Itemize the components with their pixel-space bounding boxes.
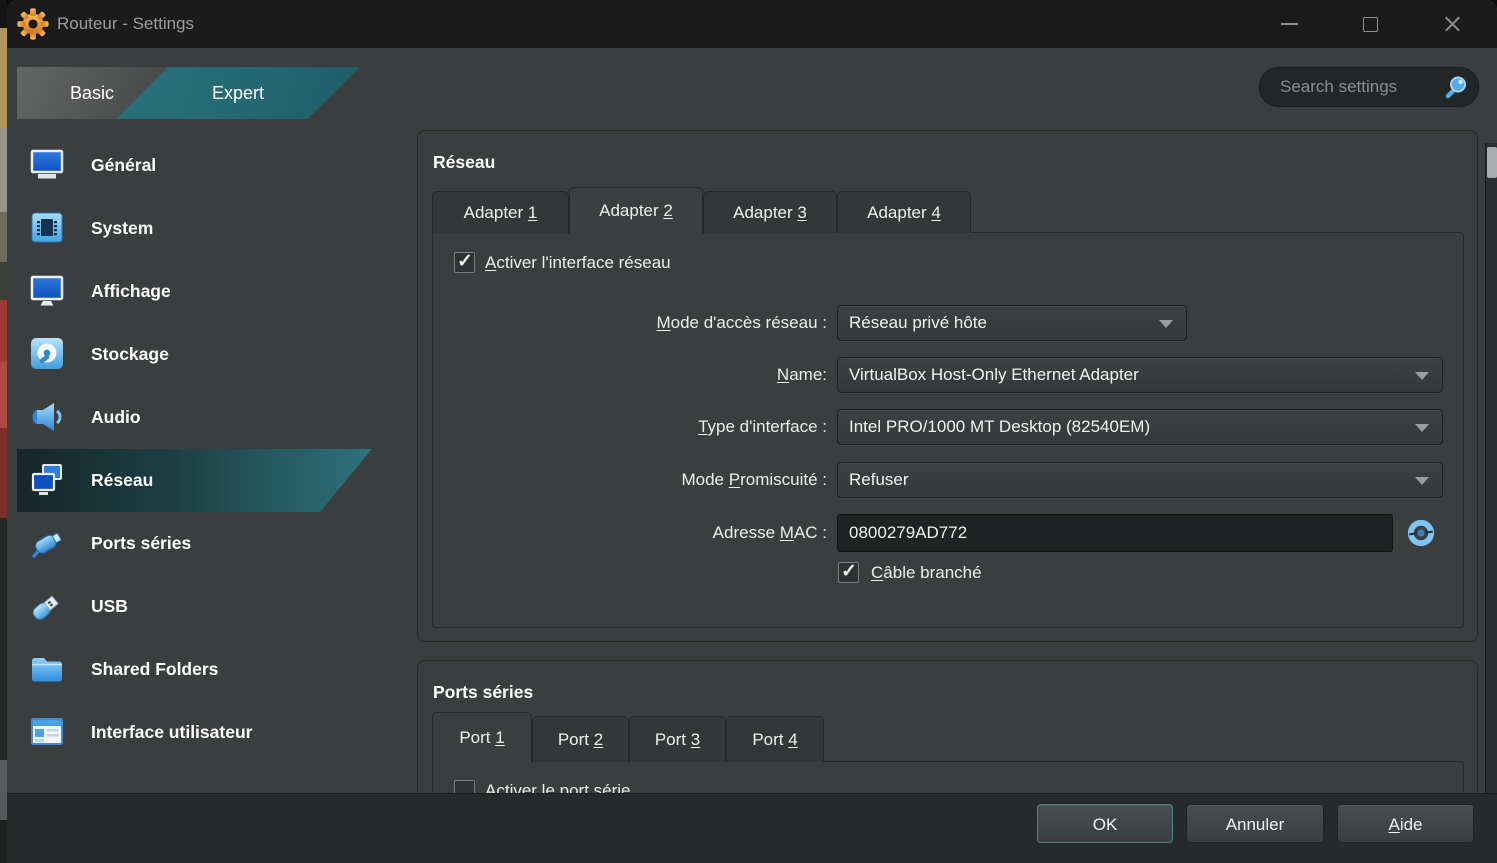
settings-window: Routeur - Settings Basic Expert Général — [7, 0, 1497, 863]
tab-port-2[interactable]: Port 2 — [532, 716, 629, 762]
close-button[interactable] — [1432, 6, 1472, 42]
network-icon — [27, 460, 67, 500]
tab-port-4[interactable]: Port 4 — [726, 716, 824, 762]
sidebar-item-network[interactable]: Réseau — [17, 449, 372, 512]
search-settings — [1259, 67, 1479, 107]
maximize-button[interactable] — [1350, 6, 1390, 42]
sidebar-item-user-interface[interactable]: Interface utilisateur — [17, 701, 372, 764]
serial-ports-group-title: Ports séries — [433, 682, 533, 703]
network-group-title: Réseau — [433, 152, 495, 173]
storage-icon — [27, 334, 67, 374]
tab-adapter-2[interactable]: Adapter 2 — [569, 187, 703, 234]
sidebar-item-audio[interactable]: Audio — [17, 386, 372, 449]
host-adapter-name-label: Name: — [433, 357, 827, 393]
gear-icon — [16, 7, 50, 41]
display-icon — [27, 271, 67, 311]
tab-port-1[interactable]: Port 1 — [432, 712, 532, 763]
help-button[interactable]: Aide — [1337, 804, 1474, 843]
system-icon — [27, 208, 67, 248]
cable-connected-checkbox[interactable] — [838, 562, 859, 583]
sidebar-item-serial-ports[interactable]: Ports séries — [17, 512, 372, 575]
tab-expert-label[interactable]: Expert — [138, 67, 338, 119]
enable-network-adapter-label: Activer l'interface réseau — [485, 252, 671, 273]
mac-address-input[interactable] — [837, 514, 1393, 552]
chevron-down-icon — [1415, 372, 1429, 380]
search-icon[interactable] — [1443, 74, 1469, 100]
enable-network-adapter-checkbox[interactable] — [454, 252, 475, 273]
general-icon — [27, 145, 67, 185]
host-adapter-name-select[interactable]: VirtualBox Host-Only Ethernet Adapter — [837, 357, 1443, 393]
minimize-button[interactable] — [1269, 6, 1309, 42]
serial-ports-icon — [27, 523, 67, 563]
tab-adapter-1[interactable]: Adapter 1 — [432, 191, 569, 233]
background-window-edge — [0, 0, 7, 863]
cancel-button[interactable]: Annuler — [1186, 804, 1324, 843]
vertical-scrollbar[interactable] — [1485, 143, 1497, 793]
chevron-down-icon — [1415, 424, 1429, 432]
ok-button[interactable]: OK — [1037, 804, 1173, 843]
usb-icon — [27, 586, 67, 626]
refresh-icon — [1406, 518, 1436, 548]
search-input[interactable] — [1278, 68, 1442, 106]
window-title: Routeur - Settings — [57, 0, 194, 48]
attach-mode-label: Mode d'accès réseau : — [433, 305, 827, 341]
generate-mac-button[interactable] — [1402, 514, 1439, 551]
scrollbar-thumb[interactable] — [1487, 147, 1497, 178]
promiscuous-mode-select[interactable]: Refuser — [837, 462, 1443, 498]
shared-folders-icon — [27, 649, 67, 689]
attach-mode-select[interactable]: Réseau privé hôte — [837, 305, 1187, 341]
maximize-icon — [1363, 17, 1378, 32]
promiscuous-mode-label: Mode Promiscuité : — [433, 462, 827, 498]
chevron-down-icon — [1415, 477, 1429, 485]
sidebar-item-display[interactable]: Affichage — [17, 260, 372, 323]
mac-address-label: Adresse MAC : — [433, 514, 827, 552]
sidebar-item-usb[interactable]: USB — [17, 575, 372, 638]
tab-adapter-4[interactable]: Adapter 4 — [837, 191, 971, 233]
network-group: Réseau Adapter 1 Adapter 2 Adapter 3 Ada… — [417, 130, 1478, 642]
audio-icon — [27, 397, 67, 437]
sidebar-item-shared-folders[interactable]: Shared Folders — [17, 638, 372, 701]
minimize-icon — [1281, 23, 1298, 25]
sidebar-item-general[interactable]: Général — [17, 134, 372, 197]
cable-connected-label: Câble branché — [871, 562, 982, 583]
close-icon — [1444, 16, 1461, 33]
tab-port-3[interactable]: Port 3 — [629, 716, 726, 762]
adapter-type-label: Type d'interface : — [433, 409, 827, 445]
titlebar: Routeur - Settings — [7, 0, 1497, 48]
mode-selector: Basic Expert — [17, 67, 360, 119]
footer-bar: OK Annuler Aide — [7, 793, 1497, 863]
sidebar-item-system[interactable]: System — [17, 197, 372, 260]
adapter-2-panel: Activer l'interface réseau Mode d'accès … — [432, 232, 1464, 628]
tab-adapter-3[interactable]: Adapter 3 — [703, 191, 837, 233]
adapter-type-select[interactable]: Intel PRO/1000 MT Desktop (82540EM) — [837, 409, 1443, 445]
user-interface-icon — [27, 712, 67, 752]
chevron-down-icon — [1159, 320, 1173, 328]
sidebar-item-storage[interactable]: Stockage — [17, 323, 372, 386]
